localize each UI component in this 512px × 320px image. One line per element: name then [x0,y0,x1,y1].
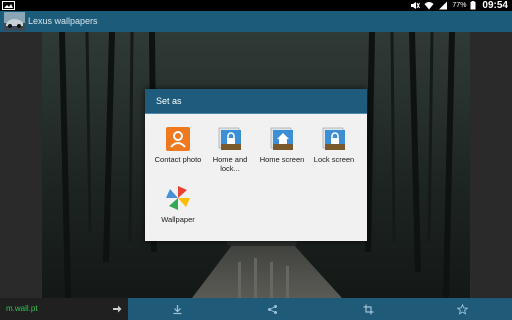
battery-percent: 77% [452,2,467,9]
download-icon[interactable] [172,304,183,315]
battery-icon [470,1,476,10]
signal-icon [439,1,448,10]
clock: 09:54 [482,0,508,11]
action-bar: Lexus wallpapers [0,11,512,32]
ad-banner[interactable]: m.wall.pt [0,298,128,320]
ad-arrow-icon[interactable] [112,304,122,314]
home-screen-icon [270,127,293,150]
option-lock-screen[interactable]: Lock screen [306,127,362,164]
option-home-screen[interactable]: Home screen [254,127,310,164]
wallpaper-pinwheel-icon [166,186,190,210]
set-as-dialog: Set as Contact photo Home and lock... Ho… [145,89,367,241]
option-label: Contact photo [154,155,202,164]
app-title: Lexus wallpapers [28,16,98,26]
contact-photo-icon [166,127,190,151]
lexus-car-thumbnail-icon[interactable] [4,12,25,31]
option-home-and-lock[interactable]: Home and lock... [202,127,258,173]
status-bar: 77% 09:54 [0,0,512,11]
lock-screen-icon [322,127,345,150]
ad-text: m.wall.pt [6,304,38,313]
share-icon[interactable] [267,304,278,315]
home-and-lock-icon [218,127,241,150]
wifi-icon [424,2,434,10]
mute-icon [411,2,421,9]
dialog-divider [145,113,367,114]
option-wallpaper[interactable]: Wallpaper [150,185,206,224]
option-label: Home screen [259,155,305,164]
crop-icon[interactable] [363,304,374,315]
option-label: Home and lock... [212,155,248,173]
option-label: Lock screen [313,155,355,164]
option-label: Wallpaper [161,215,195,224]
option-contact-photo[interactable]: Contact photo [150,127,206,164]
bottom-bar: m.wall.pt [0,298,512,320]
favorite-star-icon[interactable] [457,304,468,315]
image-notification-icon [2,1,15,10]
dialog-title: Set as [145,89,367,113]
